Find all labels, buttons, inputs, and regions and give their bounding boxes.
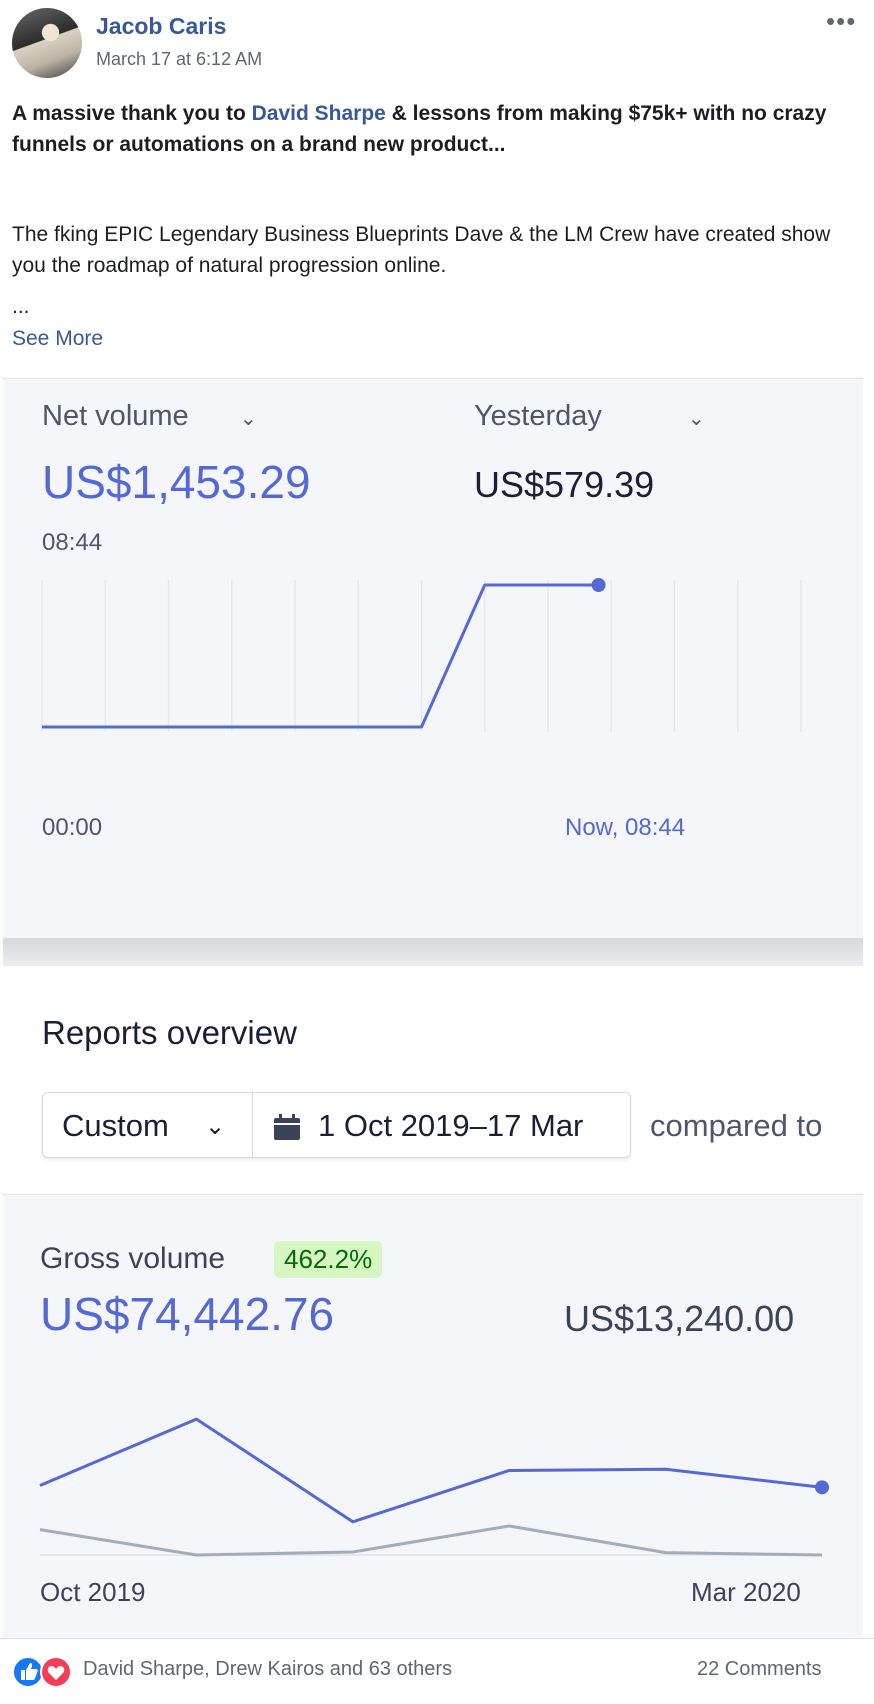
more-options-icon[interactable]: ••• (826, 8, 856, 34)
net-volume-endpoint (591, 578, 606, 592)
reports-overview-title: Reports overview (42, 1014, 297, 1051)
post-headline: A massive thank you to David Sharpe & le… (12, 98, 852, 160)
net-volume-time: 08:44 (42, 529, 103, 556)
comments-count[interactable]: 22 Comments (697, 1658, 822, 1681)
gross-volume-series-line (39, 1417, 823, 1524)
net-volume-value: US$1,453.29 (42, 456, 311, 508)
gross-volume-value: US$74,442.76 (40, 1288, 335, 1340)
net-volume-label[interactable]: Net volume (42, 400, 189, 433)
change-badge: 462.2% (274, 1241, 383, 1278)
panel-divider (3, 938, 863, 966)
calendar-icon (274, 1114, 300, 1140)
compared-to-label[interactable]: compared to (650, 1108, 822, 1144)
gross-volume-label: Gross volume (40, 1242, 226, 1275)
mention-link[interactable]: David Sharpe (252, 102, 386, 125)
chevron-down-icon[interactable]: ⌄ (205, 1112, 225, 1141)
gross-volume-endpoint (815, 1480, 829, 1495)
compare-period-label[interactable]: Yesterday (474, 400, 602, 433)
chevron-down-icon[interactable]: ⌄ (240, 406, 257, 431)
headline-text: A massive thank you to (12, 102, 252, 125)
avatar[interactable] (12, 8, 82, 78)
post-ellipsis: ... (12, 295, 30, 318)
reactions-summary[interactable]: David Sharpe, Drew Kairos and 63 others (83, 1658, 452, 1681)
chevron-down-icon[interactable]: ⌄ (688, 406, 705, 431)
filter-divider (252, 1092, 253, 1158)
author-name[interactable]: Jacob Caris (96, 13, 226, 40)
net-x-start-label: 00:00 (42, 814, 103, 841)
net-volume-compare-value: US$579.39 (474, 464, 655, 505)
gross-volume-compare-line (39, 1524, 823, 1557)
post-timestamp[interactable]: March 17 at 6:12 AM (96, 49, 262, 70)
footer-divider (0, 1638, 874, 1639)
date-range-button[interactable]: 1 Oct 2019–17 Mar (318, 1108, 583, 1144)
gross-volume-chart (39, 1417, 829, 1557)
gross-x-end-label: Mar 2020 (691, 1577, 801, 1607)
see-more-link[interactable]: See More (12, 327, 103, 351)
reactions-icons[interactable] (12, 1655, 78, 1689)
like-icon (12, 1656, 44, 1688)
chart-grid (41, 580, 802, 732)
range-select[interactable]: Custom (62, 1108, 169, 1144)
gross-x-start-label: Oct 2019 (40, 1577, 146, 1607)
net-x-end-label: Now, 08:44 (565, 814, 686, 841)
post-body: The fking EPIC Legendary Business Bluepr… (12, 223, 831, 277)
gross-volume-compare-value: US$13,240.00 (564, 1298, 795, 1339)
love-icon (40, 1656, 72, 1688)
net-volume-series-line (42, 583, 599, 729)
net-volume-chart (41, 578, 802, 732)
